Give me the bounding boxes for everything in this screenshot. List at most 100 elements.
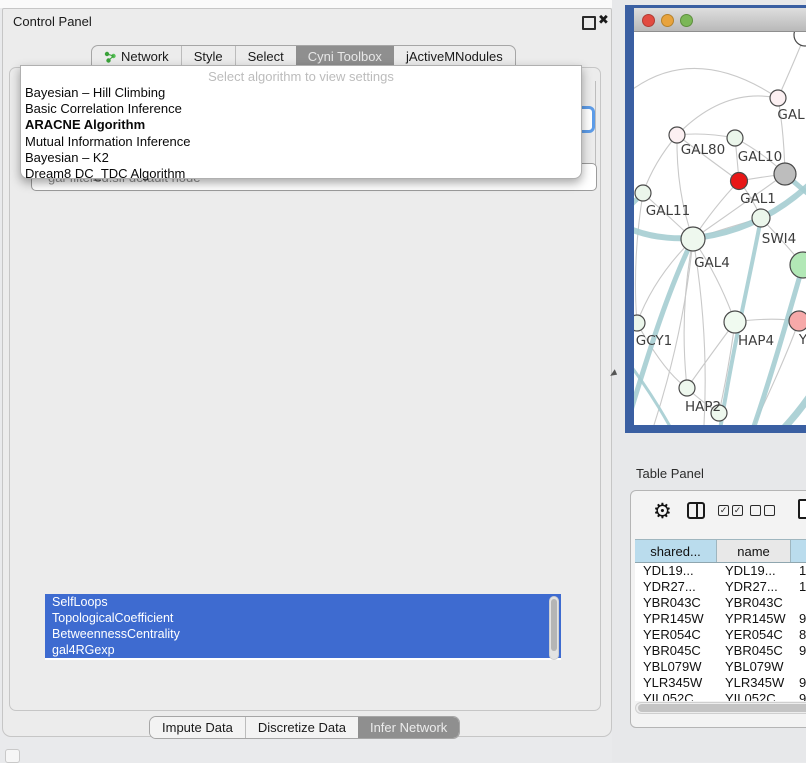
network-node[interactable]: [669, 127, 685, 143]
network-edge-highlighted[interactable]: [738, 384, 806, 425]
network-node[interactable]: [724, 311, 746, 333]
column-header-shared[interactable]: shared...: [635, 540, 717, 562]
table-row[interactable]: YDR27...YDR27...12: [635, 579, 806, 595]
table-row[interactable]: YIL052CYIL052C9.: [635, 691, 806, 701]
checked-checkbox-icon[interactable]: ✓: [718, 505, 729, 516]
network-node[interactable]: [635, 185, 651, 201]
table-cell: YDL19...: [717, 563, 791, 579]
document-icon[interactable]: [798, 499, 806, 519]
table-cell: YDL19...: [635, 563, 717, 579]
network-edge[interactable]: [677, 134, 735, 138]
table-cell: YBR043C: [635, 595, 717, 611]
network-node[interactable]: [789, 311, 806, 331]
network-edge[interactable]: [677, 96, 778, 135]
network-node[interactable]: [634, 315, 645, 331]
network-view-window: GALGAL80GAL10GAL1GAL11SWI4GAL4GCY1HAP4YH…: [625, 5, 806, 433]
network-node[interactable]: [770, 90, 786, 106]
network-node[interactable]: [731, 173, 748, 190]
table-cell: YBR045C: [717, 643, 791, 659]
table-row[interactable]: YPR145WYPR145W9.: [635, 611, 806, 627]
table-cell: YDR27...: [717, 579, 791, 595]
zoom-traffic-light-icon[interactable]: [680, 14, 693, 27]
algorithm-option-aracne-algorithm[interactable]: ARACNE Algorithm: [21, 117, 581, 133]
algorithm-dropdown-placeholder: Select algorithm to view settings: [21, 66, 581, 85]
tab-label: Infer Network: [370, 720, 447, 735]
network-node[interactable]: [790, 252, 806, 278]
table-cell: YIL052C: [717, 691, 791, 701]
table-row[interactable]: YDL19...YDL19...13: [635, 563, 806, 579]
network-canvas[interactable]: GALGAL80GAL10GAL1GAL11SWI4GAL4GCY1HAP4YH…: [634, 32, 806, 425]
table-cell: YPR145W: [717, 611, 791, 627]
table-cell: 9.: [791, 691, 806, 701]
minimized-panel-icon[interactable]: [5, 749, 20, 763]
network-node[interactable]: [774, 163, 796, 185]
algorithm-option-mutual-information-inference[interactable]: Mutual Information Inference: [21, 134, 581, 150]
gear-icon[interactable]: ⚙: [653, 499, 672, 524]
table-horizontal-scrollbar[interactable]: [635, 702, 806, 714]
tab-cyni-toolbox[interactable]: Cyni Toolbox: [296, 46, 394, 67]
table-cell: YIL052C: [635, 691, 717, 701]
network-edge[interactable]: [634, 68, 778, 98]
network-node[interactable]: [727, 130, 743, 146]
table-cell: YER054C: [717, 627, 791, 643]
attribute-item-betweennesscentrality[interactable]: BetweennessCentrality: [45, 626, 561, 642]
table-cell: YDR27...: [635, 579, 717, 595]
table-row[interactable]: YER054CYER054C8.: [635, 627, 806, 643]
network-node[interactable]: [752, 209, 770, 227]
close-traffic-light-icon[interactable]: [642, 14, 655, 27]
network-node[interactable]: [679, 380, 695, 396]
bottom-tab-infer-network[interactable]: Infer Network: [358, 717, 459, 738]
table-row[interactable]: YLR345WYLR345W9.: [635, 675, 806, 691]
table-row[interactable]: YBR045CYBR045C9.: [635, 643, 806, 659]
attribute-item-gal4rgexp[interactable]: gal4RGexp: [45, 642, 561, 658]
float-window-icon[interactable]: [582, 16, 596, 30]
attribute-item-topologicalcoefficient[interactable]: TopologicalCoefficient: [45, 610, 561, 626]
bottom-tab-discretize-data[interactable]: Discretize Data: [245, 717, 358, 738]
table-rows: YDL19...YDL19...13YDR27...YDR27...12YBR0…: [635, 563, 806, 701]
node-attribute-table: shared...nameA YDL19...YDL19...13YDR27..…: [635, 539, 806, 701]
table-cell: YLR345W: [717, 675, 791, 691]
unchecked-checkbox-icon[interactable]: [750, 505, 761, 516]
minimize-traffic-light-icon[interactable]: [661, 14, 674, 27]
tab-label: Cyni Toolbox: [308, 49, 382, 64]
table-cell: [791, 659, 806, 675]
network-edge[interactable]: [684, 239, 693, 388]
tab-style[interactable]: Style: [181, 46, 235, 67]
data-attributes-list[interactable]: SelfLoopsTopologicalCoefficientBetweenne…: [45, 594, 561, 660]
tab-select[interactable]: Select: [235, 46, 296, 67]
table-row[interactable]: YBR043CYBR043C: [635, 595, 806, 611]
table-cell: YLR345W: [635, 675, 717, 691]
table-cell: YBL079W: [717, 659, 791, 675]
column-header-name[interactable]: name: [717, 540, 791, 562]
network-edge[interactable]: [643, 135, 677, 193]
bottom-tab-impute-data[interactable]: Impute Data: [150, 717, 245, 738]
attributes-list-scrollbar[interactable]: [549, 596, 559, 660]
network-window-titlebar[interactable]: [634, 8, 806, 32]
network-edge[interactable]: [635, 193, 643, 323]
algorithm-option-bayesian-k2[interactable]: Bayesian – K2: [21, 150, 581, 166]
control-panel: Control Panel ✖ NetworkStyleSelectCyni T…: [2, 8, 612, 737]
column-layout-icon[interactable]: [687, 502, 705, 519]
algorithm-option-basic-correlation-inference[interactable]: Basic Correlation Inference: [21, 101, 581, 117]
tab-jactivemnodules[interactable]: jActiveMNodules: [394, 46, 515, 67]
table-row[interactable]: YBL079WYBL079W: [635, 659, 806, 675]
close-icon[interactable]: ✖: [598, 12, 609, 28]
table-cell: 13: [791, 563, 806, 579]
attribute-item-selfloops[interactable]: SelfLoops: [45, 594, 561, 610]
network-node[interactable]: [681, 227, 705, 251]
table-cell: YBL079W: [635, 659, 717, 675]
table-panel-window: ⚙ ✓ ✓ shared...nameA YDL19...YDL19...13Y…: [630, 490, 806, 728]
network-node-label: HAP4: [738, 333, 774, 349]
network-node-label: GAL: [777, 107, 805, 123]
algorithm-option-dream8-dc-tdc-algorithm[interactable]: Dream8 DC_TDC Algorithm: [21, 166, 581, 182]
checked-checkbox-icon[interactable]: ✓: [732, 505, 743, 516]
column-header-a[interactable]: A: [791, 540, 806, 562]
network-edge[interactable]: [654, 239, 693, 425]
network-node[interactable]: [794, 32, 806, 46]
algorithm-option-bayesian-hill-climbing[interactable]: Bayesian – Hill Climbing: [21, 85, 581, 101]
network-node-label: GAL11: [646, 203, 690, 219]
unchecked-checkbox-icon[interactable]: [764, 505, 775, 516]
tab-label: Style: [194, 49, 223, 64]
tab-network[interactable]: Network: [92, 46, 181, 67]
algorithm-dropdown-list: Select algorithm to view settings Bayesi…: [20, 65, 582, 179]
